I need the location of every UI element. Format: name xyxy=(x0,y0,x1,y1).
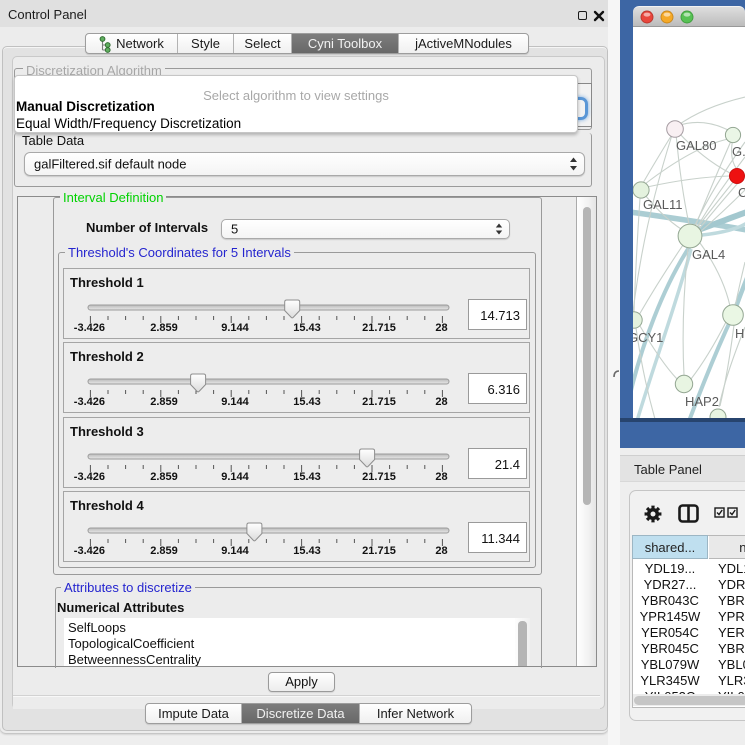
svg-text:C: C xyxy=(738,185,745,200)
svg-text:2.859: 2.859 xyxy=(150,545,178,557)
svg-text:21.715: 21.715 xyxy=(362,545,396,557)
svg-text:2.859: 2.859 xyxy=(150,322,178,334)
svg-text:9.144: 9.144 xyxy=(221,322,249,334)
svg-text:15.43: 15.43 xyxy=(293,396,321,408)
svg-text:2.859: 2.859 xyxy=(150,396,178,408)
svg-text:-3.426: -3.426 xyxy=(74,545,105,557)
svg-text:2.859: 2.859 xyxy=(150,471,178,483)
svg-text:GAL80: GAL80 xyxy=(676,138,716,153)
svg-text:H: H xyxy=(735,326,744,341)
svg-text:HAP2: HAP2 xyxy=(685,394,719,409)
svg-text:21.715: 21.715 xyxy=(362,396,396,408)
svg-text:9.144: 9.144 xyxy=(221,471,249,483)
svg-text:GAL4: GAL4 xyxy=(692,247,725,262)
svg-text:-3.426: -3.426 xyxy=(74,322,105,334)
svg-text:-3.426: -3.426 xyxy=(74,396,105,408)
svg-text:21.715: 21.715 xyxy=(362,471,396,483)
svg-text:GAL11: GAL11 xyxy=(643,197,683,212)
svg-text:GCY1: GCY1 xyxy=(633,330,663,345)
svg-text:9.144: 9.144 xyxy=(221,396,249,408)
svg-text:-3.426: -3.426 xyxy=(74,471,105,483)
svg-text:15.43: 15.43 xyxy=(293,322,321,334)
svg-text:9.144: 9.144 xyxy=(221,545,249,557)
svg-text:15.43: 15.43 xyxy=(293,545,321,557)
svg-text:28: 28 xyxy=(435,396,447,408)
svg-text:21.715: 21.715 xyxy=(362,322,396,334)
svg-text:28: 28 xyxy=(435,471,447,483)
svg-text:15.43: 15.43 xyxy=(293,471,321,483)
svg-text:G.: G. xyxy=(732,144,745,159)
svg-text:28: 28 xyxy=(435,545,447,557)
svg-text:28: 28 xyxy=(435,322,447,334)
